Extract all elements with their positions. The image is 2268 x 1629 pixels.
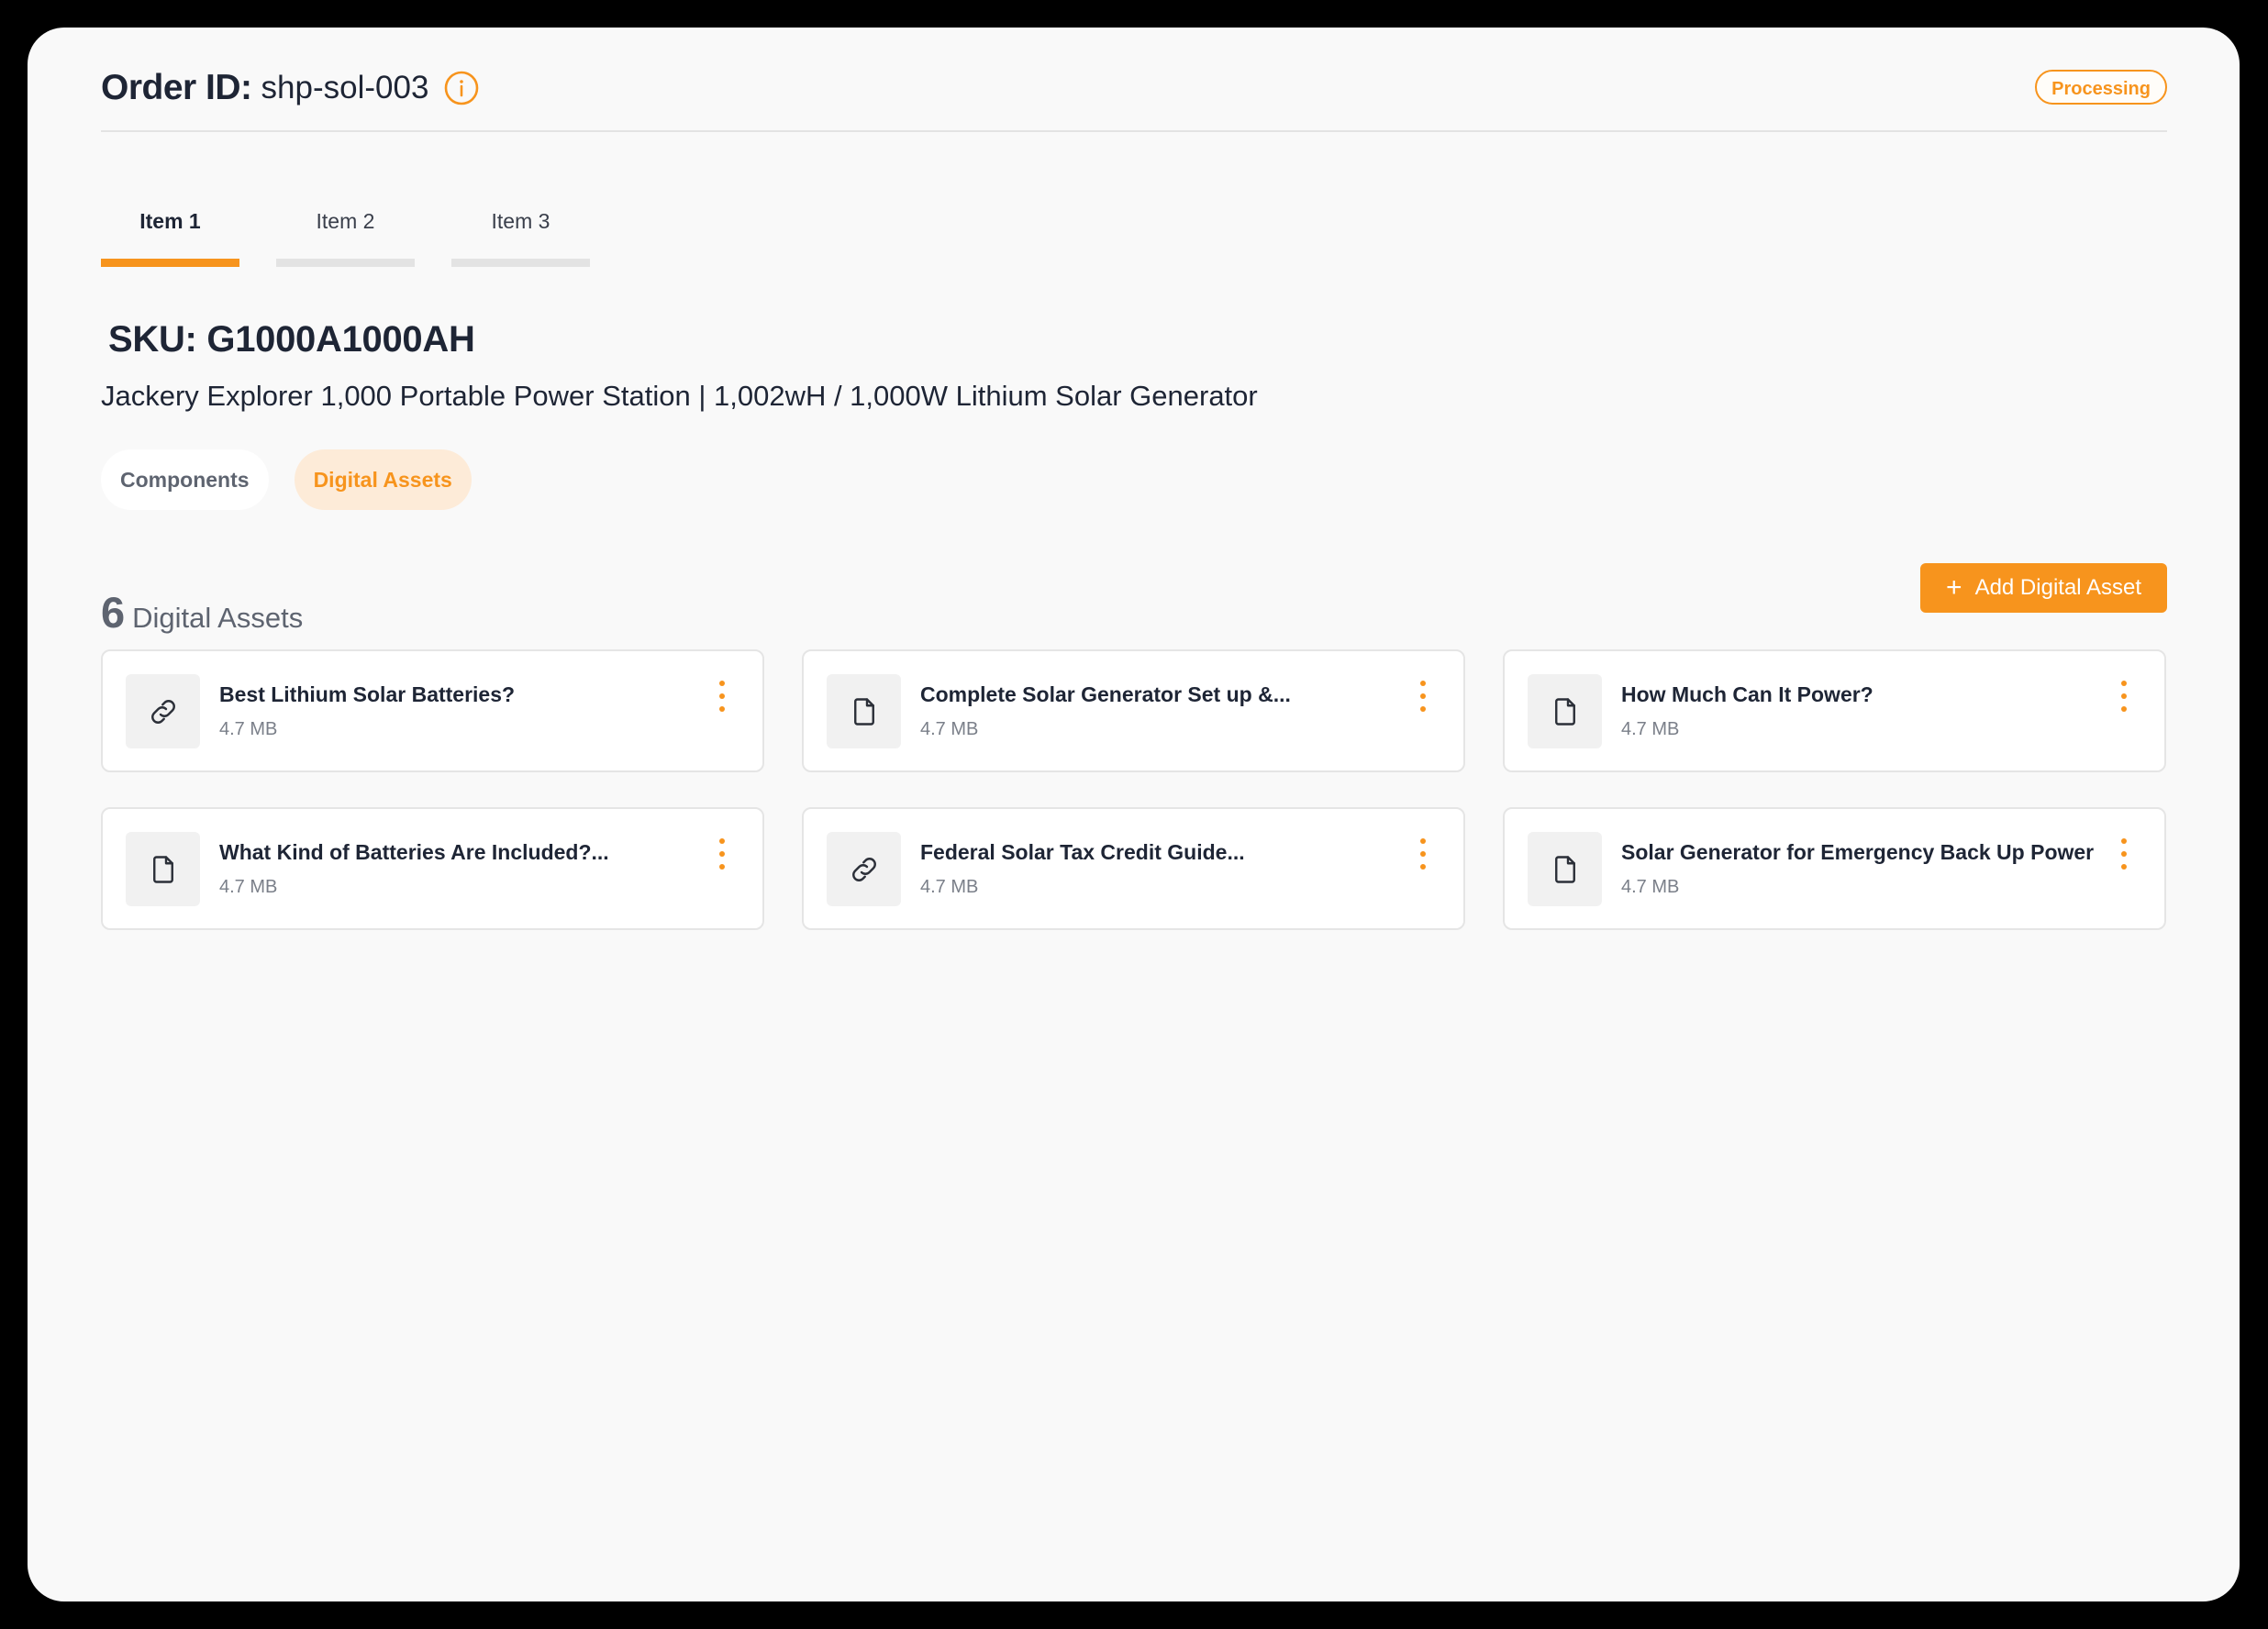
file-icon: [152, 855, 173, 883]
order-detail-panel: Order ID: shp-sol-003 Processing Item 1 …: [101, 28, 2167, 930]
file-icon: [1554, 855, 1575, 883]
asset-icon-box: [1528, 832, 1602, 906]
asset-size: 4.7 MB: [219, 877, 278, 897]
tab-item-3-indicator: [451, 259, 590, 267]
sku-title: SKU: G1000A1000AH: [108, 319, 475, 360]
asset-card[interactable]: Best Lithium Solar Batteries? 4.7 MB: [101, 649, 764, 772]
add-digital-asset-label: Add Digital Asset: [1974, 575, 2141, 600]
product-name: Jackery Explorer 1,000 Portable Power St…: [101, 380, 1258, 412]
add-digital-asset-button[interactable]: + Add Digital Asset: [1920, 563, 2167, 613]
tab-item-3-label: Item 3: [491, 209, 550, 233]
order-id-label: Order ID:: [101, 68, 252, 107]
components-toggle[interactable]: Components: [101, 449, 269, 510]
tab-item-1-label: Item 1: [139, 209, 201, 233]
file-icon: [1554, 697, 1575, 726]
more-options-icon[interactable]: [2120, 838, 2128, 870]
asset-size: 4.7 MB: [219, 719, 278, 739]
asset-card[interactable]: What Kind of Batteries Are Included?... …: [101, 807, 764, 930]
status-badge: Processing: [2035, 70, 2167, 105]
order-title: Order ID: shp-sol-003: [101, 68, 480, 108]
asset-title: How Much Can It Power?: [1621, 682, 1873, 706]
tab-item-3[interactable]: Item 3: [451, 207, 590, 267]
assets-count-heading: 6 Digital Assets: [101, 587, 303, 637]
asset-icon-box: [126, 674, 200, 748]
link-icon: [150, 699, 175, 724]
asset-icon-box: [827, 674, 901, 748]
assets-count-number: 6: [101, 588, 126, 637]
more-options-icon[interactable]: [2120, 681, 2128, 712]
info-icon[interactable]: [443, 70, 480, 106]
asset-icon-box: [126, 832, 200, 906]
asset-size: 4.7 MB: [1621, 877, 1680, 897]
tab-item-1[interactable]: Item 1: [101, 207, 239, 267]
asset-title: Best Lithium Solar Batteries?: [219, 682, 516, 706]
plus-icon: +: [1946, 572, 1962, 603]
asset-icon-box: [827, 832, 901, 906]
file-icon: [853, 697, 874, 726]
tab-item-2[interactable]: Item 2: [276, 207, 415, 267]
tab-item-2-label: Item 2: [316, 209, 375, 233]
assets-grid: Best Lithium Solar Batteries? 4.7 MB Com…: [101, 649, 2167, 930]
item-tabs: Item 1 Item 2 Item 3: [101, 207, 590, 267]
tab-item-1-indicator: [101, 259, 239, 267]
digital-assets-toggle[interactable]: Digital Assets: [294, 449, 472, 510]
app-window: Order ID: shp-sol-003 Processing Item 1 …: [28, 28, 2240, 1601]
link-icon: [851, 857, 876, 881]
tab-item-2-indicator: [276, 259, 415, 267]
more-options-icon[interactable]: [718, 681, 726, 712]
more-options-icon[interactable]: [718, 838, 726, 870]
assets-count-label: Digital Assets: [132, 602, 304, 634]
asset-card[interactable]: How Much Can It Power? 4.7 MB: [1503, 649, 2166, 772]
asset-card[interactable]: Complete Solar Generator Set up &... 4.7…: [802, 649, 1465, 772]
asset-title: Solar Generator for Emergency Back Up Po…: [1621, 840, 2095, 864]
order-id-value: shp-sol-003: [261, 70, 429, 105]
asset-size: 4.7 MB: [1621, 719, 1680, 739]
asset-icon-box: [1528, 674, 1602, 748]
order-header: Order ID: shp-sol-003 Processing: [101, 28, 2167, 132]
asset-size: 4.7 MB: [920, 877, 979, 897]
asset-card[interactable]: Solar Generator for Emergency Back Up Po…: [1503, 807, 2166, 930]
asset-card[interactable]: Federal Solar Tax Credit Guide... 4.7 MB: [802, 807, 1465, 930]
asset-title: Federal Solar Tax Credit Guide...: [920, 840, 1245, 864]
more-options-icon[interactable]: [1419, 838, 1427, 870]
asset-title: What Kind of Batteries Are Included?...: [219, 840, 609, 864]
view-toggle: Components Digital Assets: [101, 449, 472, 510]
more-options-icon[interactable]: [1419, 681, 1427, 712]
asset-title: Complete Solar Generator Set up &...: [920, 682, 1291, 706]
asset-size: 4.7 MB: [920, 719, 979, 739]
